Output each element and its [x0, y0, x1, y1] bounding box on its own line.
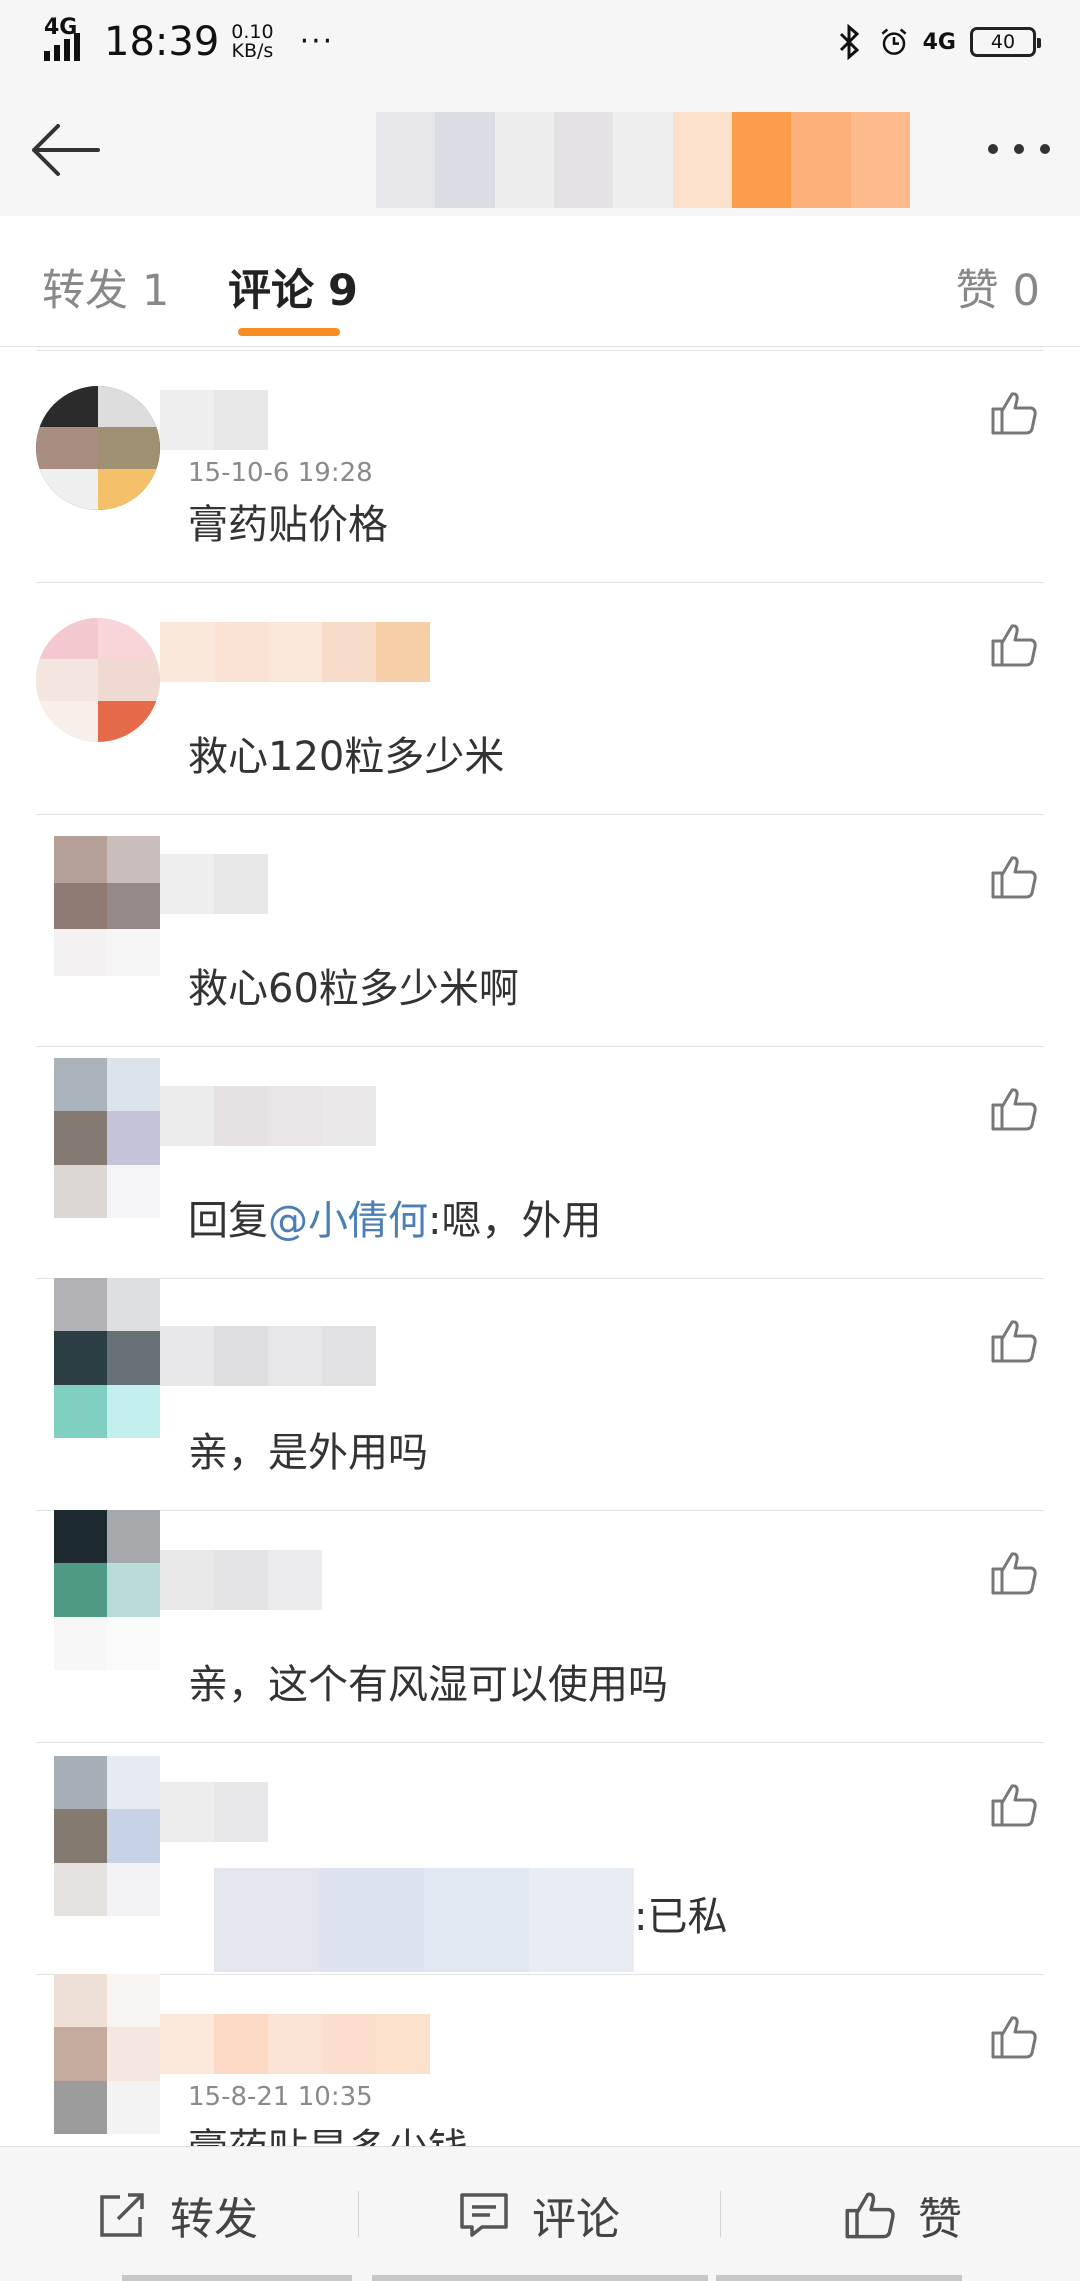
tab-repost[interactable]: 转发 1 — [42, 256, 169, 318]
avatar[interactable] — [54, 1278, 160, 1438]
comment-row[interactable]: 救心120粒多少米 — [0, 582, 1080, 814]
bluetooth-icon — [839, 24, 859, 60]
comment-text: 救心120粒多少米 — [188, 734, 505, 780]
tab-likes-count: 0 — [1012, 266, 1040, 316]
thumbs-up-icon[interactable] — [990, 622, 1038, 668]
comment-button[interactable]: 评论 — [458, 2187, 620, 2245]
username-blurred[interactable] — [160, 1326, 376, 1386]
divider — [720, 2191, 721, 2237]
tab-likes[interactable]: 赞0 — [956, 256, 1040, 318]
comment-time: 15-8-21 10:35 — [188, 2082, 373, 2112]
comment-text: 回复@小倩何:嗯，外用 — [188, 1188, 601, 1246]
blurred-title — [376, 112, 910, 208]
thumbs-up-icon[interactable] — [990, 1550, 1038, 1596]
thumbs-up-icon[interactable] — [990, 2014, 1038, 2060]
tab-repost-label: 转发 — [42, 266, 128, 316]
status-bar: 4G 18:39 0.10 KB/s ··· 4G 40 — [0, 0, 1080, 84]
home-indicator — [122, 2275, 352, 2281]
username-blurred[interactable] — [160, 1550, 322, 1610]
notification-more-icon: ··· — [299, 24, 335, 59]
divider — [36, 1974, 1044, 1975]
comment-time: 15-10-6 19:28 — [188, 458, 373, 488]
tab-comments-label: 评论 — [228, 266, 314, 316]
clock: 18:39 — [104, 19, 220, 65]
divider — [36, 1278, 1044, 1279]
battery-level: 40 — [990, 31, 1016, 53]
thumbs-up-icon[interactable] — [990, 1086, 1038, 1132]
avatar[interactable] — [54, 1974, 160, 2134]
username-blurred[interactable] — [160, 2014, 430, 2074]
battery-icon: 40 — [970, 27, 1041, 57]
comment-row[interactable]: 回复@小倩何:嗯，外用 — [0, 1046, 1080, 1278]
tab-comments[interactable]: 评论 9 — [228, 256, 358, 318]
back-arrow-icon[interactable] — [28, 122, 104, 178]
signal-icon: 4G — [44, 17, 92, 67]
avatar[interactable] — [54, 1510, 160, 1670]
username-blurred[interactable] — [160, 390, 268, 450]
thumbs-up-icon — [845, 2192, 895, 2239]
tab-repost-count: 1 — [142, 266, 170, 316]
username-blurred[interactable] — [160, 854, 268, 914]
bottom-action-bar: 转发 评论 赞 — [0, 2146, 1080, 2281]
comment-text: 亲，这个有风湿可以使用吗 — [188, 1662, 668, 1708]
share-icon — [100, 2193, 144, 2237]
avatar[interactable] — [54, 836, 160, 976]
comment-row[interactable]: 救心60粒多少米啊 — [0, 814, 1080, 1046]
tab-bar: 转发 1 评论 9 赞0 — [0, 216, 1080, 347]
thumbs-up-icon[interactable] — [990, 854, 1038, 900]
repost-label: 转发 — [170, 2194, 258, 2245]
comment-row[interactable]: 亲，是外用吗 — [0, 1278, 1080, 1510]
username-blurred[interactable] — [160, 1086, 376, 1146]
repost-button[interactable]: 转发 — [96, 2187, 258, 2245]
thumbs-up-icon[interactable] — [990, 1318, 1038, 1364]
status-left: 4G 18:39 0.10 KB/s ··· — [44, 14, 334, 70]
like-label: 赞 — [918, 2194, 962, 2245]
like-button[interactable]: 赞 — [844, 2187, 962, 2245]
comment-text: 亲，是外用吗 — [188, 1430, 428, 1476]
comment-text: 膏药贴价格 — [188, 502, 388, 548]
network-type-right: 4G — [922, 29, 956, 55]
avatar[interactable] — [54, 1756, 160, 1916]
thumbs-up-icon[interactable] — [990, 1782, 1038, 1828]
comment-row[interactable]: :已私 — [0, 1742, 1080, 1974]
divider — [358, 2191, 359, 2237]
net-speed: 0.10 KB/s — [231, 23, 273, 61]
comment-row[interactable]: 亲，这个有风湿可以使用吗 — [0, 1510, 1080, 1742]
reply-text: :嗯，外用 — [428, 1198, 602, 1244]
comment-icon — [460, 2193, 508, 2237]
home-indicator — [372, 2275, 708, 2281]
alarm-icon — [881, 28, 907, 55]
tab-comments-count: 9 — [328, 266, 358, 316]
net-speed-unit: KB/s — [231, 40, 274, 62]
status-right: 4G 40 — [835, 14, 1041, 70]
divider — [36, 582, 1044, 583]
nav-header — [0, 84, 1080, 217]
avatar[interactable] — [36, 386, 160, 510]
thumbs-up-icon[interactable] — [990, 390, 1038, 436]
divider — [36, 1510, 1044, 1511]
divider — [36, 350, 1044, 351]
avatar[interactable] — [54, 1058, 160, 1218]
username-blurred[interactable] — [160, 622, 430, 682]
username-blurred[interactable] — [160, 1782, 268, 1842]
divider — [36, 1742, 1044, 1743]
divider — [36, 1046, 1044, 1047]
reply-prefix: 回复 — [188, 1198, 268, 1244]
more-dots-icon[interactable] — [988, 144, 1050, 154]
home-indicator — [716, 2275, 962, 2281]
comment-text: 救心60粒多少米啊 — [188, 966, 519, 1012]
avatar[interactable] — [36, 618, 160, 742]
tab-likes-label: 赞 — [955, 266, 999, 316]
mention-link[interactable]: @小倩何 — [268, 1198, 428, 1244]
comment-text: :已私 — [634, 1894, 728, 1940]
active-tab-indicator — [238, 328, 340, 336]
comment-row[interactable]: 15-10-6 19:28 膏药贴价格 — [0, 350, 1080, 582]
blurred-reply-mention — [214, 1868, 634, 1972]
comment-label: 评论 — [532, 2194, 620, 2245]
divider — [36, 814, 1044, 815]
